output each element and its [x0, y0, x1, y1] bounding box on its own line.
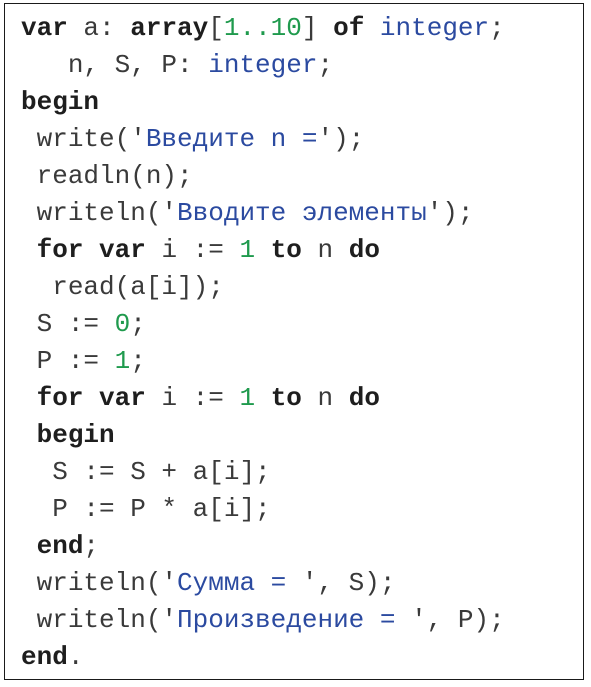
code-text-token: '); — [426, 198, 474, 228]
code-text-token: ; — [489, 13, 505, 43]
code-text-token: [ — [208, 13, 224, 43]
number-token: 1 — [239, 235, 256, 265]
type-token: integer — [208, 50, 318, 80]
code-text-token: a: — [67, 13, 131, 43]
code-text-token: readln(n); — [36, 161, 193, 191]
keyword-token: for — [36, 383, 84, 413]
code-text-token: S := — [36, 309, 115, 339]
code-line: writeln('Вводите элементы'); — [21, 195, 505, 232]
keyword-token: do — [348, 383, 380, 413]
code-text-token: ; — [317, 50, 334, 80]
keyword-token: var — [99, 235, 146, 265]
keyword-token: end — [36, 531, 84, 561]
keyword-token: to — [270, 383, 302, 413]
code-line: var a: array[1..10] of integer; — [21, 10, 505, 47]
keyword-token: of — [333, 13, 365, 43]
string-literal-token: Сумма = — [177, 568, 302, 598]
keyword-token: array — [130, 13, 209, 43]
code-text-token: read(a[i]); — [52, 272, 224, 302]
code-line: P := P * a[i]; — [21, 491, 505, 528]
code-line: writeln('Произведение = ', P); — [21, 602, 505, 639]
code-line: n, S, P: integer; — [21, 47, 505, 84]
code-text-token: '); — [317, 124, 365, 154]
code-line: begin — [21, 84, 505, 121]
code-line: readln(n); — [21, 158, 505, 195]
code-line: read(a[i]); — [21, 269, 505, 306]
number-token: 0 — [114, 309, 131, 339]
code-text-token: ; — [130, 309, 146, 339]
code-text-token: ] — [301, 13, 334, 43]
type-token: integer — [379, 13, 490, 43]
code-listing-frame: var a: array[1..10] of integer; n, S, P:… — [4, 3, 584, 680]
code-line: writeln('Сумма = ', S); — [21, 565, 505, 602]
code-text-token: i := — [145, 383, 240, 413]
code-text-token: write(' — [36, 124, 146, 154]
string-literal-token: Вводите элементы — [177, 198, 427, 228]
keyword-token: begin — [21, 87, 100, 117]
code-text-token: ', P); — [411, 605, 505, 635]
code-text-token: n — [301, 235, 349, 265]
code-line: begin — [21, 417, 505, 454]
code-line: S := 0; — [21, 306, 505, 343]
code-line: for var i := 1 to n do — [21, 380, 505, 417]
keyword-token: do — [348, 235, 380, 265]
code-text-token: ', S); — [301, 568, 396, 598]
code-line: end. — [21, 639, 505, 676]
code-text-token: S := S + a[i]; — [52, 457, 271, 487]
code-text-token: i := — [145, 235, 240, 265]
code-line: end; — [21, 528, 505, 565]
code-text-token: ; — [83, 531, 100, 561]
keyword-token: var — [21, 13, 68, 43]
code-line: S := S + a[i]; — [21, 454, 505, 491]
string-literal-token: Введите n = — [145, 124, 318, 154]
code-text-token: writeln(' — [36, 605, 178, 635]
number-token: 1 — [239, 383, 256, 413]
keyword-token: var — [99, 383, 146, 413]
code-line: for var i := 1 to n do — [21, 232, 505, 269]
code-text-token: P := — [36, 346, 115, 376]
code-text-token: writeln(' — [36, 198, 178, 228]
keyword-token: to — [270, 235, 302, 265]
code-text-token: n, S, P: — [67, 50, 209, 80]
code-line: write('Введите n ='); — [21, 121, 505, 158]
number-token: 1 — [114, 346, 131, 376]
keyword-token: begin — [36, 420, 115, 450]
code-text-token: P := P * a[i]; — [52, 494, 271, 524]
keyword-token: for — [36, 235, 84, 265]
code-text-token: ; — [130, 346, 146, 376]
code-text-token: . — [67, 642, 84, 672]
code-text-token: n — [301, 383, 349, 413]
code-text-token: writeln(' — [36, 568, 178, 598]
string-literal-token: Произведение = — [177, 605, 412, 635]
number-token: 1..10 — [223, 13, 302, 43]
keyword-token: end — [21, 642, 68, 672]
pascal-code-listing: var a: array[1..10] of integer; n, S, P:… — [21, 10, 505, 676]
code-line: P := 1; — [21, 343, 505, 380]
